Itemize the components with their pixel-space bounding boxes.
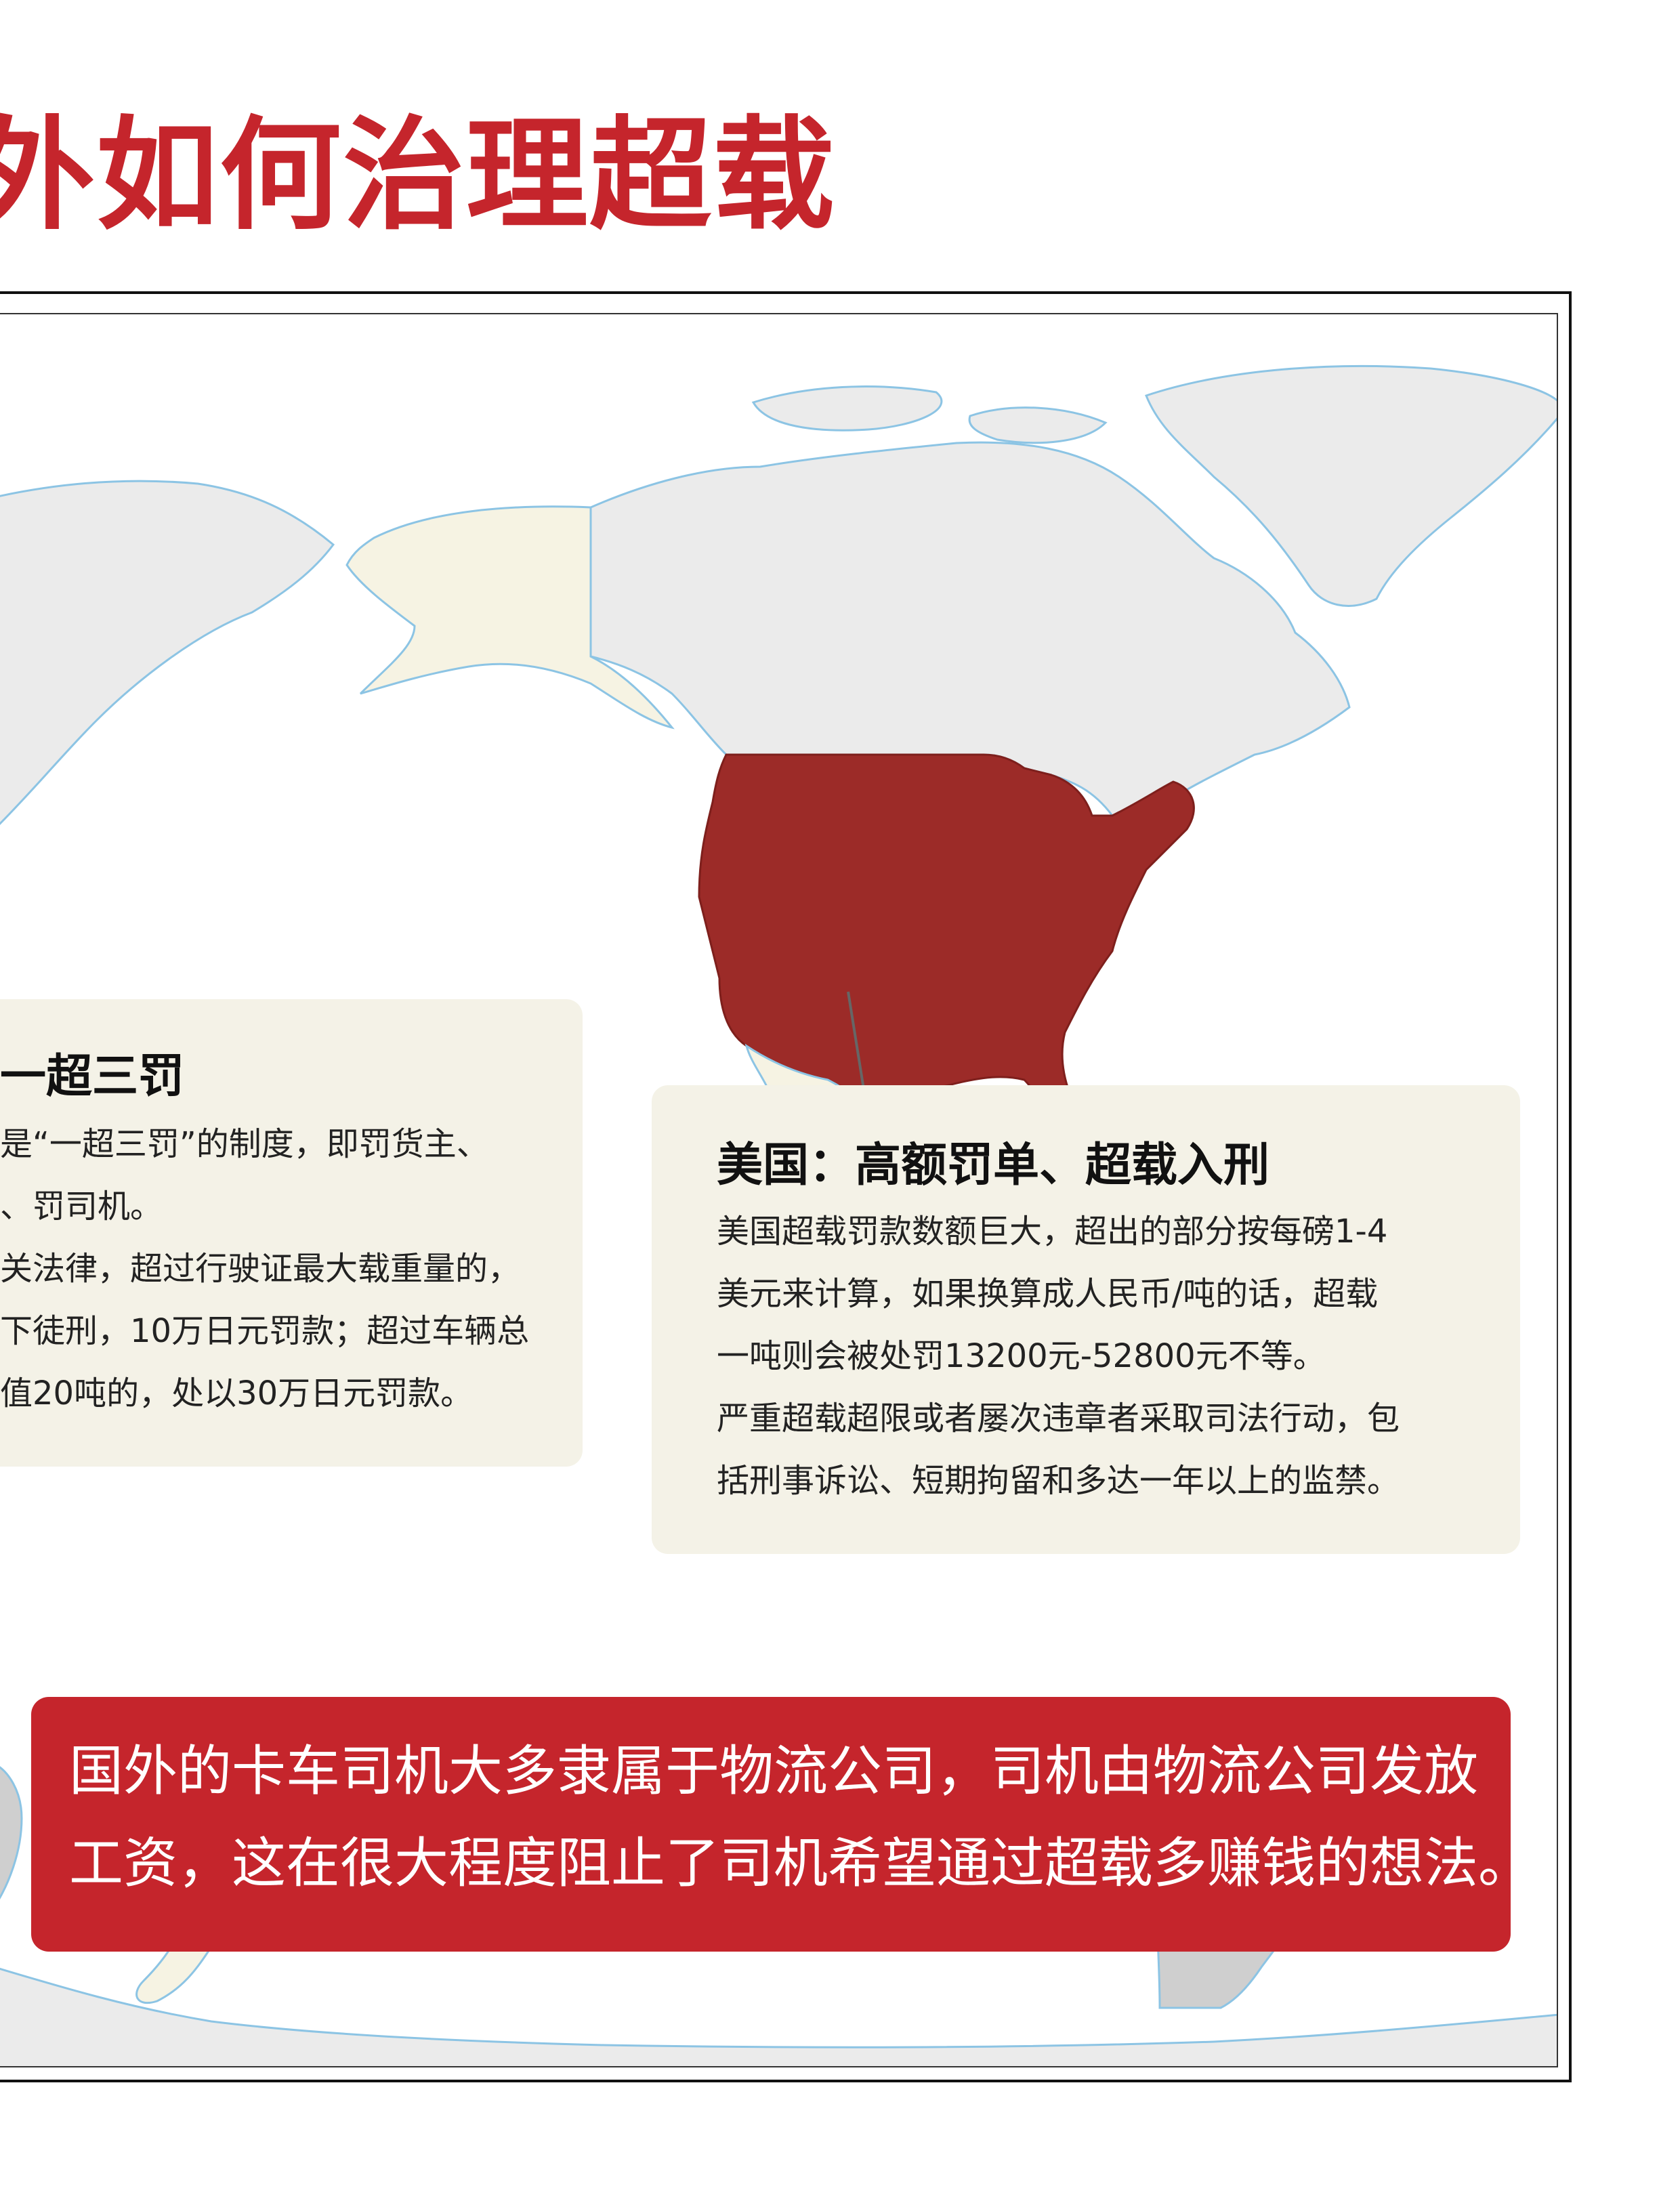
map-australia bbox=[0, 1766, 23, 1899]
usa-info-card: 美国：高额罚单、超载入刑 美国超载罚款数额巨大，超出的部分按每磅1-4 美元来计… bbox=[652, 1085, 1520, 1554]
usa-card-body: 美国超载罚款数额巨大，超出的部分按每磅1-4 美元来计算，如果换算成人民币/吨的… bbox=[717, 1200, 1400, 1512]
usa-card-heading: 美国：高额罚单、超载入刑 bbox=[717, 1139, 1270, 1192]
usa-card-line: 严重超载超限或者屡次违章者采取司法行动，包 bbox=[717, 1400, 1400, 1437]
summary-banner: 国外的卡车司机大多隶属于物流公司，司机由物流公司发放 工资，这在很大程度阻止了司… bbox=[31, 1697, 1532, 1952]
japan-card-line: 值20吨的，处以30万日元罚款。 bbox=[0, 1374, 474, 1412]
japan-card-body: 是“一超三罚”的制度，即罚货主、 、罚司机。 关法律，超过行驶证最大载重量的， … bbox=[0, 1113, 529, 1425]
map-arctic-islands bbox=[751, 385, 1108, 444]
japan-info-card: 一超三罚 是“一超三罚”的制度，即罚货主、 、罚司机。 关法律，超过行驶证最大载… bbox=[0, 999, 583, 1467]
japan-card-line: 是“一超三罚”的制度，即罚货主、 bbox=[0, 1125, 489, 1163]
japan-card-line: 、罚司机。 bbox=[0, 1187, 163, 1225]
usa-card-line: 一吨则会被处罚13200元-52800元不等。 bbox=[717, 1337, 1326, 1375]
summary-banner-line: 工资，这在很大程度阻止了司机希望通过超载多赚钱的想法。 bbox=[69, 1832, 1532, 1895]
japan-card-line: 下徒刑，10万日元罚款；超过车辆总 bbox=[0, 1312, 530, 1350]
map-antarctica bbox=[0, 1967, 1557, 2066]
usa-card-line: 美国超载罚款数额巨大，超出的部分按每磅1-4 bbox=[717, 1213, 1388, 1250]
japan-card-heading: 一超三罚 bbox=[0, 1050, 185, 1103]
summary-banner-line: 国外的卡车司机大多隶属于物流公司，司机由物流公司发放 bbox=[69, 1740, 1478, 1803]
page-title: 外如何治理超载 bbox=[0, 105, 837, 247]
usa-card-line: 括刑事诉讼、短期拘留和多达一年以上的监禁。 bbox=[717, 1462, 1400, 1500]
usa-card-line: 美元来计算，如果换算成人民币/吨的话，超载 bbox=[717, 1275, 1379, 1313]
map-asia bbox=[0, 480, 335, 826]
japan-card-line: 关法律，超过行驶证最大载重量的， bbox=[0, 1250, 521, 1288]
